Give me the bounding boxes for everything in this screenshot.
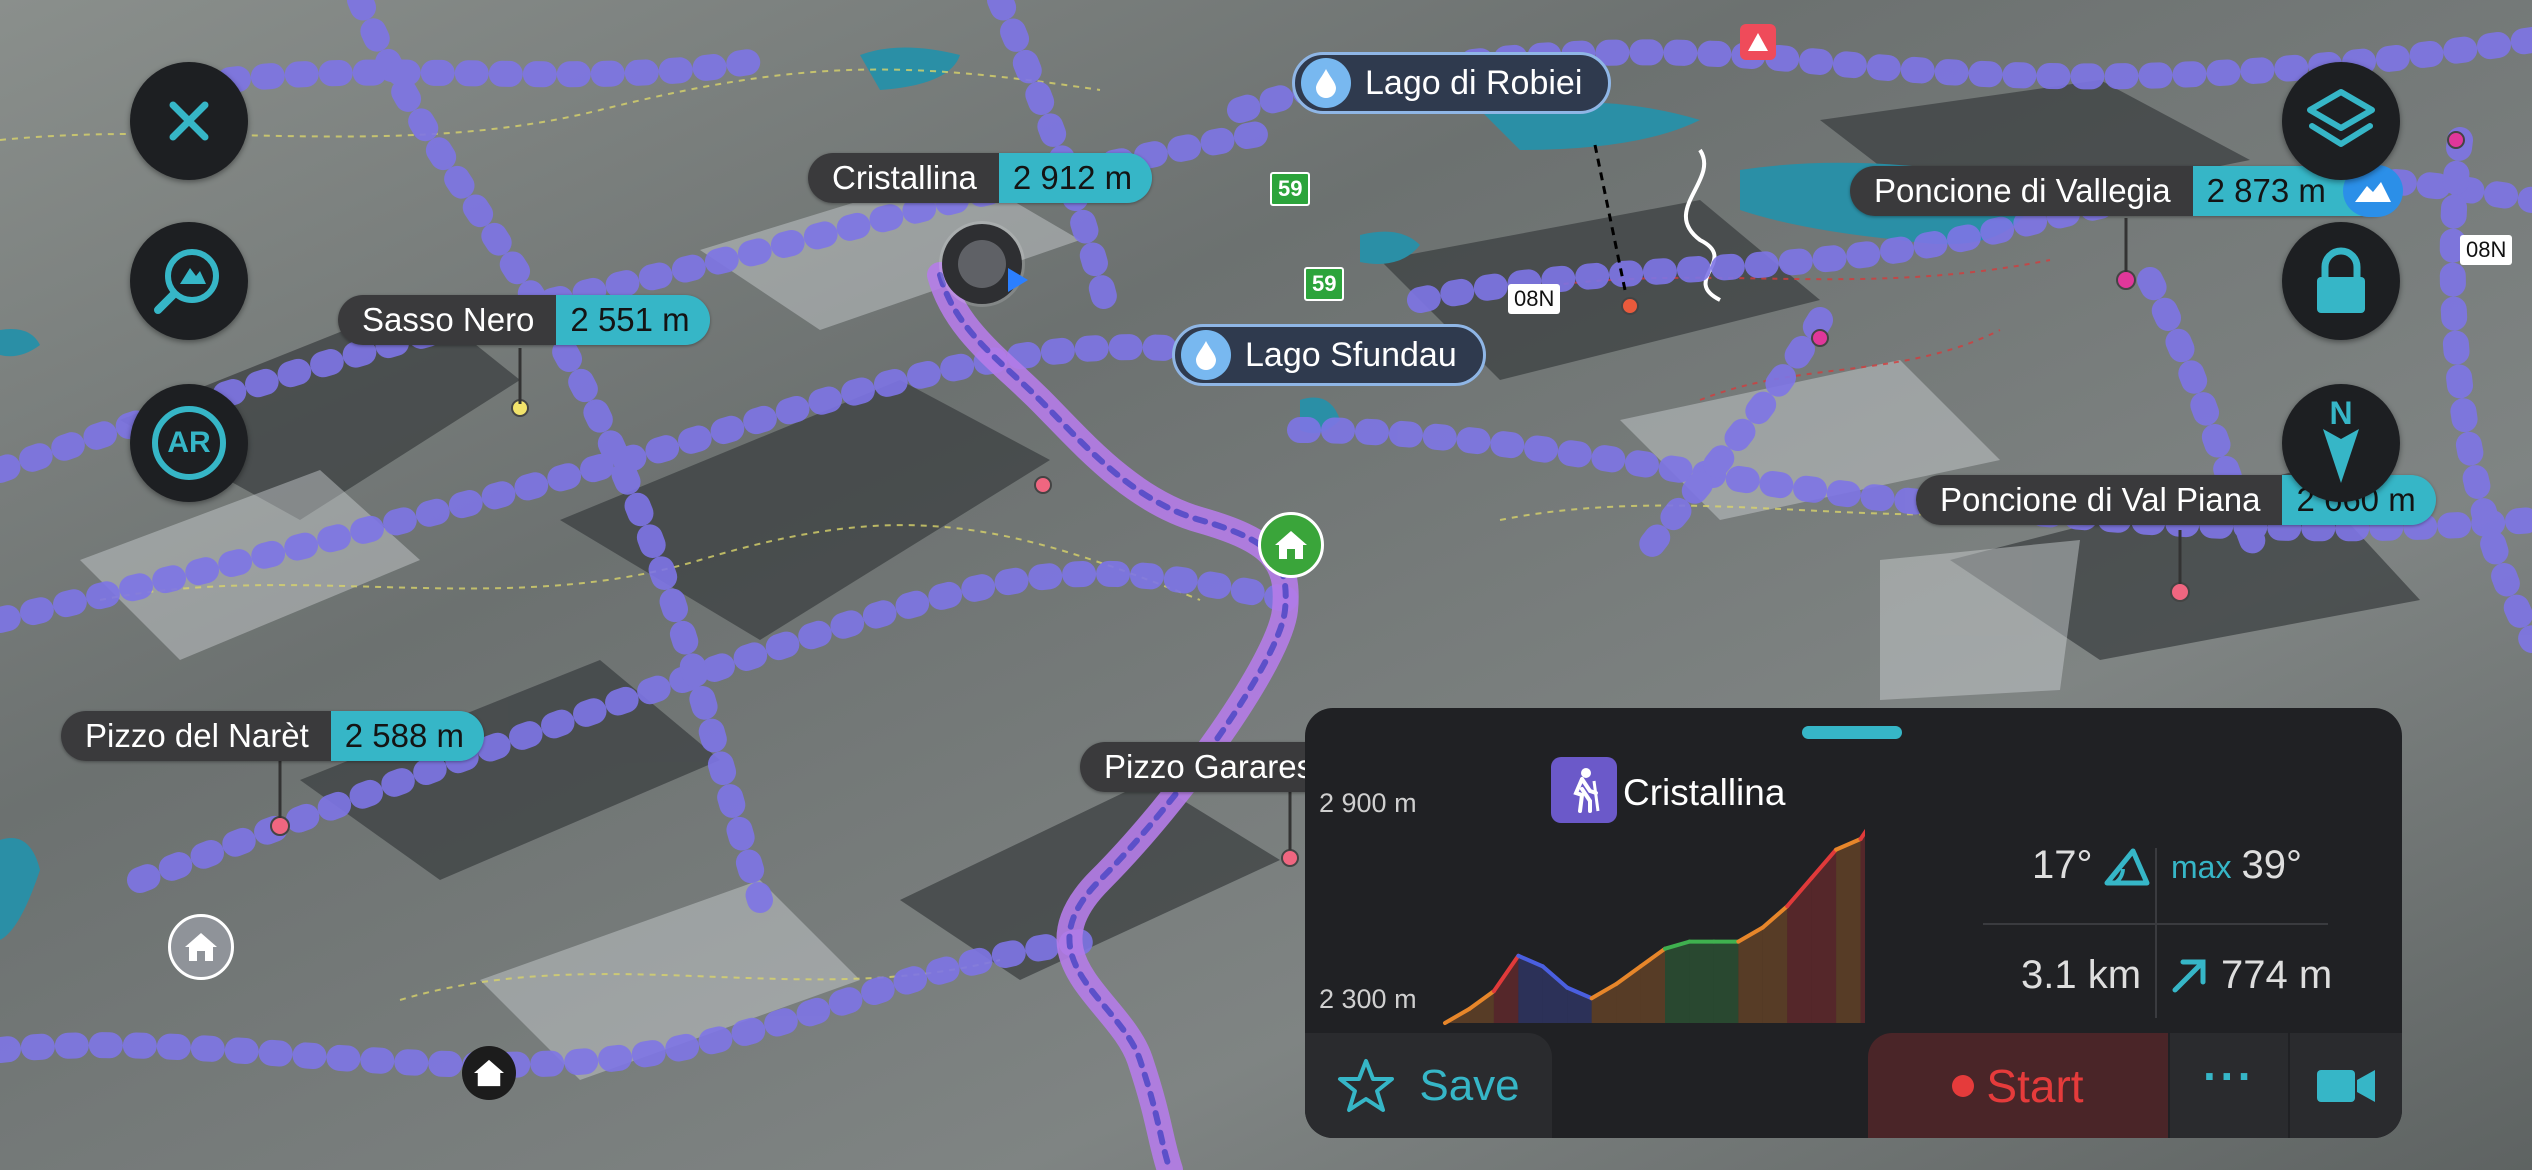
peak-name: Sasso Nero [338, 295, 557, 345]
profile-segment-fill [1836, 839, 1861, 1023]
profile-segment-fill [1665, 941, 1690, 1023]
peak-name: Poncione di Vallegia [1850, 166, 2193, 216]
peak-finder-icon [154, 249, 219, 314]
elevation-axis-top: 2 900 m [1319, 788, 1417, 818]
water-drop-icon [1301, 58, 1351, 108]
hut-icon[interactable] [462, 1046, 516, 1100]
ar-button[interactable]: AR [130, 384, 248, 502]
peak-name: Poncione di Val Piana [1916, 475, 2283, 525]
profile-segment-line [1858, 828, 1865, 841]
lock-button[interactable] [2282, 222, 2400, 340]
compass-needle-icon [2323, 429, 2359, 483]
route-panel[interactable]: Cristallina 2 900 m 2 300 m 17° max 39° … [1305, 708, 2402, 1138]
more-label: ··· [2203, 1049, 2255, 1102]
video-camera-icon [2317, 1069, 2375, 1102]
heading-arrow-icon [1008, 268, 1028, 292]
peak-label-pizzo-del-naret[interactable]: Pizzo del Narèt 2 588 m [61, 711, 485, 761]
warning-triangle-icon[interactable] [1740, 24, 1776, 60]
video-button[interactable] [2290, 1033, 2402, 1138]
max-slope-value: 39° [2241, 843, 2302, 887]
peak-label-sasso-nero[interactable]: Sasso Nero 2 551 m [338, 295, 710, 345]
ascent-value: 774 m [2221, 953, 2333, 997]
save-button[interactable]: Save [1305, 1033, 1552, 1138]
ascent: 774 m [2171, 953, 2332, 998]
distance: 3.1 km [2021, 953, 2142, 997]
max-slope-label: max [2171, 849, 2232, 885]
route-number-badge: 59 [1304, 267, 1345, 301]
record-dot-icon [1952, 1074, 1975, 1097]
elevation-axis-bottom: 2 300 m [1319, 984, 1417, 1014]
peak-label-pizzo-garares[interactable]: Pizzo Garares [1080, 742, 1336, 792]
slope-icon [2104, 848, 2149, 885]
more-options-button[interactable]: ··· [2170, 1033, 2288, 1138]
average-slope-value: 17° [2032, 843, 2093, 887]
profile-segment-fill [1713, 941, 1739, 1023]
lake-name: Lago Sfundau [1245, 335, 1457, 374]
water-drop-icon [1181, 330, 1231, 380]
compass-north-label: N [2329, 395, 2353, 431]
layers-button[interactable] [2282, 62, 2400, 180]
peak-elevation: 2 551 m [556, 295, 710, 345]
peak-name: Pizzo Garares [1080, 742, 1336, 792]
peak-name: Cristallina [808, 153, 999, 203]
compass-button[interactable]: N [2282, 384, 2400, 502]
peak-finder-button[interactable] [130, 222, 248, 340]
peak-name: Pizzo del Narèt [61, 711, 331, 761]
current-location-marker [942, 224, 1028, 304]
lake-label[interactable]: Lago di Robiei [1292, 52, 1612, 114]
save-label: Save [1419, 1060, 1520, 1110]
lake-name: Lago di Robiei [1365, 63, 1583, 102]
profile-segment-fill [1493, 955, 1519, 1023]
star-icon [1338, 1058, 1395, 1112]
close-icon [169, 101, 209, 141]
ascent-arrow-icon [2172, 959, 2206, 992]
drag-handle[interactable] [1802, 726, 1902, 739]
close-button[interactable] [130, 62, 248, 180]
start-button[interactable]: Start [1868, 1033, 2168, 1138]
mountain-hut-icon[interactable] [1258, 512, 1324, 578]
average-slope: 17° [2032, 843, 2151, 888]
profile-segment-fill [1689, 941, 1714, 1023]
road-number-badge: 08N [2460, 235, 2513, 265]
start-label: Start [1986, 1059, 2084, 1112]
elevation-profile-chart[interactable] [1435, 778, 1865, 1033]
layers-icon [2307, 89, 2375, 147]
ar-label: AR [167, 426, 211, 459]
peak-label-cristallina[interactable]: Cristallina 2 912 m [808, 153, 1153, 203]
peak-elevation: 2 588 m [330, 711, 485, 761]
road-number-badge: 08N [1508, 284, 1561, 314]
max-slope: max 39° [2171, 843, 2302, 888]
lock-icon [2317, 247, 2365, 313]
route-number-badge: 59 [1270, 172, 1311, 206]
peak-elevation: 2 912 m [998, 153, 1153, 203]
stats-divider-v [2155, 848, 2157, 1018]
hut-icon[interactable] [168, 914, 234, 980]
lake-label[interactable]: Lago Sfundau [1172, 324, 1486, 386]
